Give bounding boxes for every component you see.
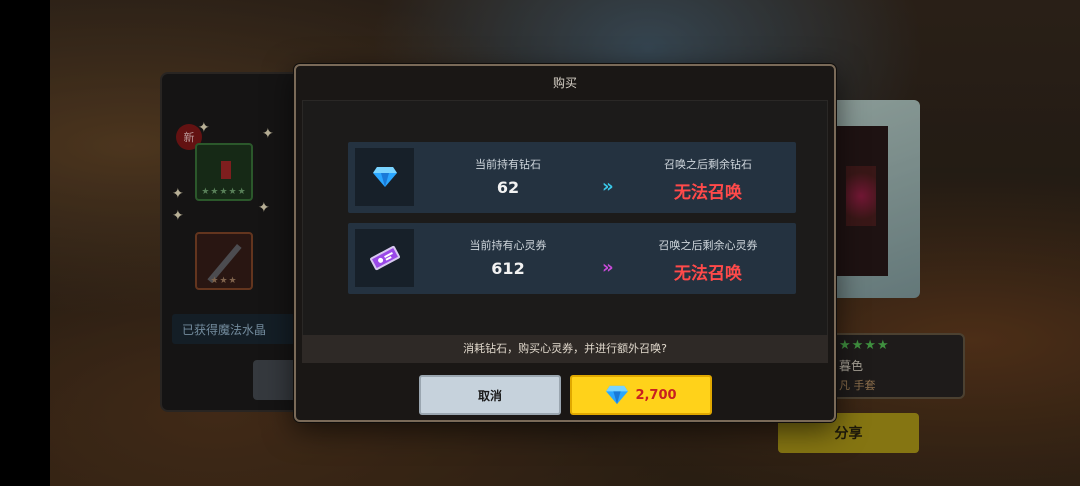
ticket-icon-box xyxy=(355,229,414,287)
current-diamond-value: 62 xyxy=(496,178,520,197)
after-diamond-value: 无法召唤 xyxy=(674,183,742,203)
buy-button[interactable]: 2,700 xyxy=(570,375,712,415)
double-arrow-icon: » xyxy=(602,257,614,278)
confirm-note: 消耗钻石，购买心灵券，并进行额外召唤? xyxy=(302,335,828,363)
dialog-body: 当前持有钻石 62 » 召唤之后剩余钻石 无法召唤 当前持有心灵券 612 » … xyxy=(302,100,828,363)
screen-left-edge xyxy=(0,0,50,486)
current-ticket-value: 612 xyxy=(491,259,525,278)
after-ticket-label: 召唤之后剩余心灵券 xyxy=(658,239,758,252)
current-diamond-label: 当前持有钻石 xyxy=(475,158,541,171)
diamond-icon xyxy=(606,385,629,405)
current-ticket-label: 当前持有心灵券 xyxy=(469,239,547,252)
after-diamond-label: 召唤之后剩余钻石 xyxy=(664,158,752,171)
after-ticket-value: 无法召唤 xyxy=(674,264,742,284)
cancel-button[interactable]: 取消 xyxy=(419,375,561,415)
buy-price: 2,700 xyxy=(635,387,677,403)
diamond-row: 当前持有钻石 62 » 召唤之后剩余钻石 无法召唤 xyxy=(348,142,796,213)
diamond-icon xyxy=(372,167,397,187)
diamond-icon-box xyxy=(355,148,414,206)
ticket-icon xyxy=(369,245,400,271)
ticket-row: 当前持有心灵券 612 » 召唤之后剩余心灵券 无法召唤 xyxy=(348,223,796,294)
double-arrow-icon: » xyxy=(602,176,614,197)
purchase-dialog: 购买 当前持有钻石 62 » 召唤之后剩余钻石 无法召唤 当前持有心灵券 612… xyxy=(294,64,836,422)
dialog-title: 购买 xyxy=(552,76,577,90)
